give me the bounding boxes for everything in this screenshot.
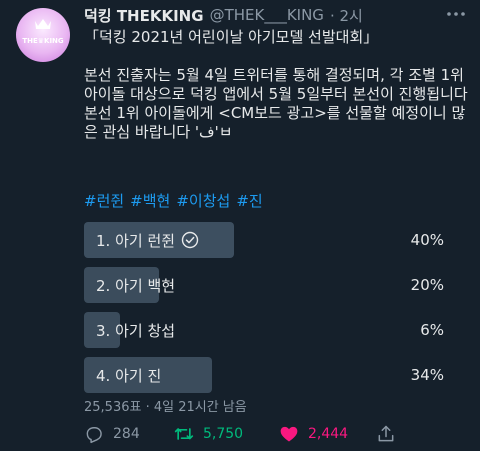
poll-option-percent: 20%	[410, 276, 444, 294]
hashtag-link[interactable]: #이창섭	[176, 190, 230, 211]
reply-button[interactable]: 284	[84, 423, 140, 445]
reply-count: 284	[113, 426, 140, 442]
share-icon	[378, 425, 394, 442]
hashtag-link[interactable]: #백현	[130, 190, 170, 211]
heart-icon	[280, 426, 298, 442]
poll-option-percent: 6%	[420, 321, 444, 339]
poll-option-percent: 34%	[410, 366, 444, 384]
poll-option-4: 4. 아기 진 34%	[84, 357, 460, 393]
retweet-icon	[174, 428, 194, 440]
tweet: THE♛KING 덕킹 THEKKING @THEK___KING · 2시 「…	[0, 0, 480, 451]
poll-option-1: 1. 아기 런쥔 40%	[84, 222, 460, 258]
poll-option-label: 4. 아기 진	[96, 366, 162, 385]
hashtag-list: #런쥔 #백현 #이창섭 #진	[84, 190, 263, 211]
tweet-header: 덕킹 THEKKING @THEK___KING · 2시	[84, 5, 430, 25]
poll-option-label: 2. 아기 백현	[96, 276, 176, 295]
poll-meta: 25,536표 · 4일 21시간 남음	[84, 400, 247, 415]
svg-text:THE♛KING: THE♛KING	[22, 37, 64, 45]
more-options-icon[interactable]	[444, 6, 468, 22]
poll: 1. 아기 런쥔 40% 2. 아기 백현 20% 3. 아기 창섭 6% 4.…	[84, 222, 460, 402]
thekking-logo-icon: THE♛KING	[22, 19, 64, 45]
tweet-actions: 284 5,750 2,444	[84, 423, 460, 445]
user-handle[interactable]: @THEK___KING	[210, 6, 324, 24]
timestamp[interactable]: · 2시	[330, 5, 363, 25]
like-button[interactable]: 2,444	[279, 423, 348, 445]
display-name[interactable]: 덕킹 THEKKING	[84, 5, 204, 25]
poll-option-label: 1. 아기 런쥔	[96, 231, 176, 250]
like-count: 2,444	[308, 426, 349, 442]
hashtag-link[interactable]: #진	[236, 190, 262, 211]
share-button[interactable]	[376, 423, 396, 445]
retweet-count: 5,750	[203, 426, 244, 442]
reply-icon	[86, 427, 102, 444]
tweet-text: 「덕킹 2021년 어린이날 아기모델 선발대회」 본선 진출자는 5월 4일 …	[84, 28, 468, 141]
poll-option-label: 3. 아기 창섭	[96, 321, 176, 340]
avatar[interactable]: THE♛KING	[16, 8, 70, 62]
check-circle-icon	[181, 231, 199, 249]
poll-option-2: 2. 아기 백현 20%	[84, 267, 460, 303]
retweet-button[interactable]: 5,750	[174, 423, 243, 445]
poll-option-3: 3. 아기 창섭 6%	[84, 312, 460, 348]
poll-option-percent: 40%	[410, 231, 444, 249]
hashtag-link[interactable]: #런쥔	[84, 190, 124, 211]
